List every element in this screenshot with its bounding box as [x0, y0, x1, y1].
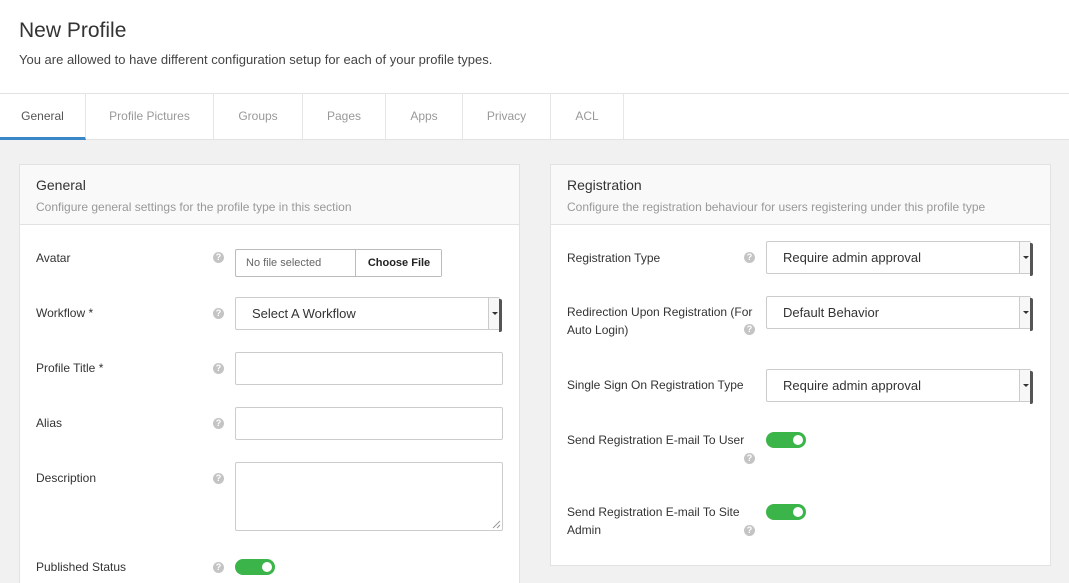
registration-panel: Registration Configure the registration …	[550, 164, 1051, 566]
alias-input[interactable]	[235, 407, 503, 440]
sso-registration-type-label: Single Sign On Registration Type	[567, 378, 744, 392]
workflow-select[interactable]: Select A Workflow	[235, 297, 502, 332]
profile-title-label: Profile Title *	[36, 361, 104, 375]
workflow-label: Workflow *	[36, 306, 94, 320]
profile-title-input[interactable]	[235, 352, 503, 385]
alias-label: Alias	[36, 416, 63, 430]
registration-type-value: Require admin approval	[783, 250, 922, 265]
help-icon[interactable]: ?	[213, 363, 224, 374]
tab-groups[interactable]: Groups	[214, 94, 303, 139]
redirection-value: Default Behavior	[783, 305, 880, 320]
tab-profile-pictures[interactable]: Profile Pictures	[86, 94, 214, 139]
sso-registration-type-select[interactable]: Require admin approval	[766, 369, 1033, 404]
avatar-file-input[interactable]: No file selected Choose File	[235, 249, 442, 277]
select-edge	[1030, 371, 1033, 404]
help-icon[interactable]: ?	[744, 525, 755, 536]
email-user-label: Send Registration E-mail To User	[567, 433, 745, 447]
tab-acl[interactable]: ACL	[551, 94, 624, 139]
help-icon[interactable]: ?	[213, 308, 224, 319]
published-status-label: Published Status	[36, 560, 127, 574]
sso-registration-type-value: Require admin approval	[783, 378, 922, 393]
select-edge	[499, 299, 502, 332]
chevron-down-icon	[1019, 370, 1030, 401]
redirection-label-line-2: Auto Login)	[567, 323, 629, 337]
avatar-label: Avatar	[36, 251, 71, 265]
redirection-label-line-1: Redirection Upon Registration (For	[567, 305, 753, 319]
page-title: New Profile	[19, 19, 127, 42]
chevron-down-icon	[1019, 297, 1030, 328]
tab-privacy[interactable]: Privacy	[463, 94, 551, 139]
select-edge	[1030, 243, 1033, 276]
description-textarea[interactable]	[235, 462, 503, 531]
registration-type-label: Registration Type	[567, 251, 661, 265]
page-header: New Profile You are allowed to have diff…	[0, 0, 1069, 94]
help-icon[interactable]: ?	[213, 562, 224, 573]
general-panel-description: Configure general settings for the profi…	[36, 200, 352, 214]
email-admin-label-line-1: Send Registration E-mail To Site	[567, 505, 740, 519]
workflow-selected-value: Select A Workflow	[252, 306, 356, 321]
help-icon[interactable]: ?	[744, 324, 755, 335]
chevron-down-icon	[488, 298, 499, 329]
registration-panel-header: Registration Configure the registration …	[551, 165, 1050, 225]
help-icon[interactable]: ?	[213, 473, 224, 484]
page-subtitle: You are allowed to have different config…	[19, 52, 493, 67]
choose-file-button[interactable]: Choose File	[357, 250, 441, 276]
select-edge	[1030, 298, 1033, 331]
help-icon[interactable]: ?	[744, 252, 755, 263]
published-status-toggle[interactable]	[235, 559, 275, 575]
tab-general[interactable]: General	[0, 94, 86, 140]
general-panel-title: General	[36, 177, 86, 193]
chevron-down-icon	[1019, 242, 1030, 273]
description-label: Description	[36, 471, 97, 485]
redirection-label: Redirection Upon Registration (For Auto …	[567, 303, 752, 339]
general-panel-header: General Configure general settings for t…	[20, 165, 519, 225]
registration-panel-title: Registration	[567, 177, 642, 193]
email-admin-label: Send Registration E-mail To Site Admin	[567, 503, 740, 539]
file-status-text: No file selected	[236, 250, 356, 276]
email-admin-label-line-2: Admin	[567, 523, 602, 537]
tab-apps[interactable]: Apps	[386, 94, 463, 139]
tab-bar: General Profile Pictures Groups Pages Ap…	[0, 94, 1069, 140]
help-icon[interactable]: ?	[744, 453, 755, 464]
tab-pages[interactable]: Pages	[303, 94, 386, 139]
registration-type-select[interactable]: Require admin approval	[766, 241, 1033, 276]
resize-grip-icon[interactable]	[491, 519, 501, 529]
redirection-select[interactable]: Default Behavior	[766, 296, 1033, 331]
email-user-toggle[interactable]	[766, 432, 806, 448]
email-admin-toggle[interactable]	[766, 504, 806, 520]
help-icon[interactable]: ?	[213, 418, 224, 429]
registration-panel-description: Configure the registration behaviour for…	[567, 200, 986, 214]
help-icon[interactable]: ?	[213, 252, 224, 263]
general-panel: General Configure general settings for t…	[19, 164, 520, 583]
